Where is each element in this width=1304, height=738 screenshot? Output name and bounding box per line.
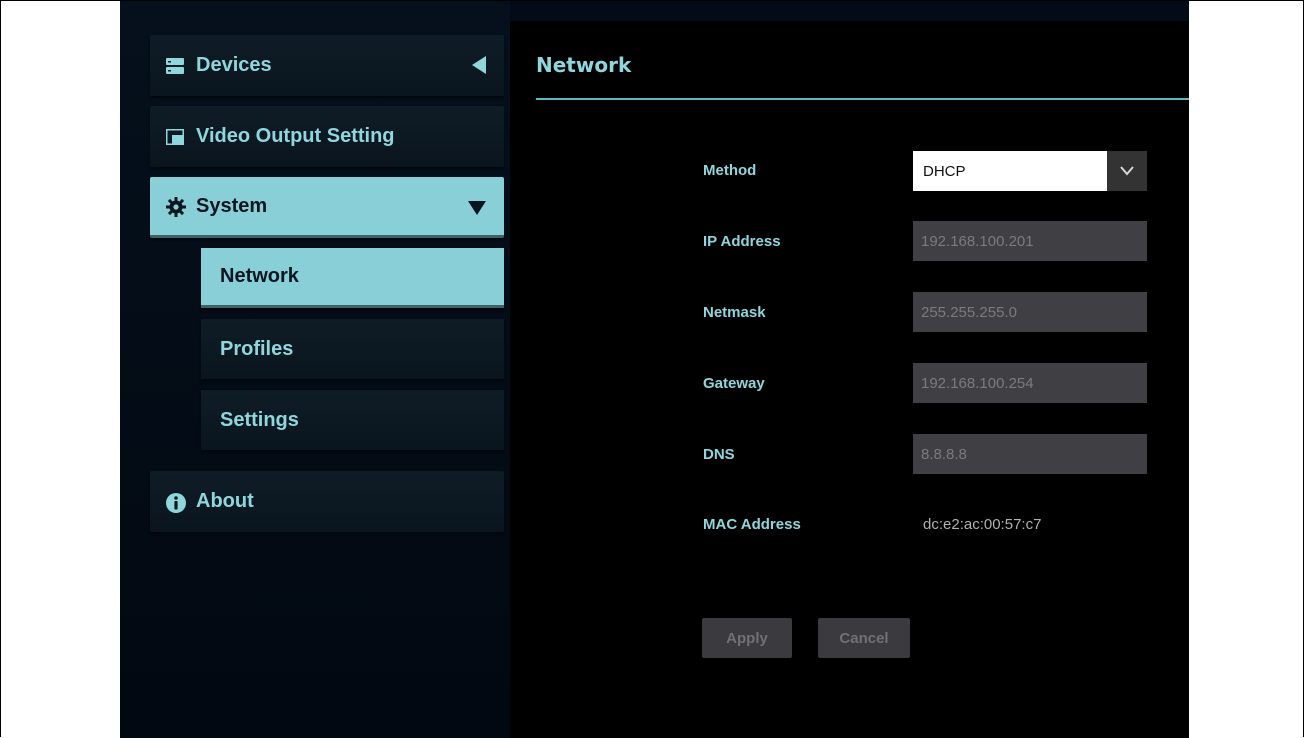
page-title: Network: [536, 53, 632, 77]
sidebar-item-label: Devices: [196, 54, 272, 76]
server-icon: [166, 57, 184, 75]
dns-label: DNS: [703, 446, 735, 463]
sidebar: Devices Video Output Setting System Netw…: [120, 1, 510, 738]
gateway-field[interactable]: [913, 363, 1147, 403]
cancel-button[interactable]: Cancel: [818, 618, 910, 658]
ip-address-label: IP Address: [703, 233, 781, 250]
expanded-down-icon: [468, 198, 486, 221]
mac-address-value: dc:e2:ac:00:57:c7: [923, 516, 1042, 533]
method-select[interactable]: DHCP: [913, 151, 1147, 191]
title-divider: [536, 98, 1189, 100]
gateway-label: Gateway: [703, 375, 765, 392]
sidebar-item-system[interactable]: System: [150, 177, 504, 238]
method-label: Method: [703, 162, 757, 179]
sidebar-item-devices[interactable]: Devices: [150, 35, 504, 96]
sidebar-item-label: System: [196, 194, 268, 217]
sidebar-subitem-profiles[interactable]: Profiles: [201, 319, 504, 379]
collapse-left-icon: [472, 56, 486, 80]
app-root: Devices Video Output Setting System Netw…: [120, 1, 1189, 738]
sidebar-item-label: About: [196, 490, 254, 512]
mac-address-label: MAC Address: [703, 516, 801, 533]
sidebar-subitem-label: Profiles: [220, 337, 294, 360]
chevron-down-icon[interactable]: [1107, 151, 1147, 191]
method-selected-value: DHCP: [923, 162, 966, 180]
sidebar-item-video-output[interactable]: Video Output Setting: [150, 106, 504, 167]
video-output-icon: [166, 128, 184, 146]
gear-icon: [166, 197, 186, 217]
apply-button[interactable]: Apply: [702, 618, 792, 658]
sidebar-subitem-label: Settings: [220, 408, 299, 431]
dns-field[interactable]: [913, 434, 1147, 474]
info-icon: [166, 492, 186, 513]
sidebar-subitem-label: Network: [220, 265, 299, 287]
ip-address-field[interactable]: [913, 221, 1147, 261]
netmask-field[interactable]: [913, 292, 1147, 332]
sidebar-subitem-settings[interactable]: Settings: [201, 390, 504, 450]
sidebar-item-about[interactable]: About: [150, 471, 504, 532]
sidebar-item-label: Video Output Setting: [196, 125, 395, 147]
netmask-label: Netmask: [703, 304, 766, 321]
sidebar-subitem-network[interactable]: Network: [201, 248, 504, 308]
